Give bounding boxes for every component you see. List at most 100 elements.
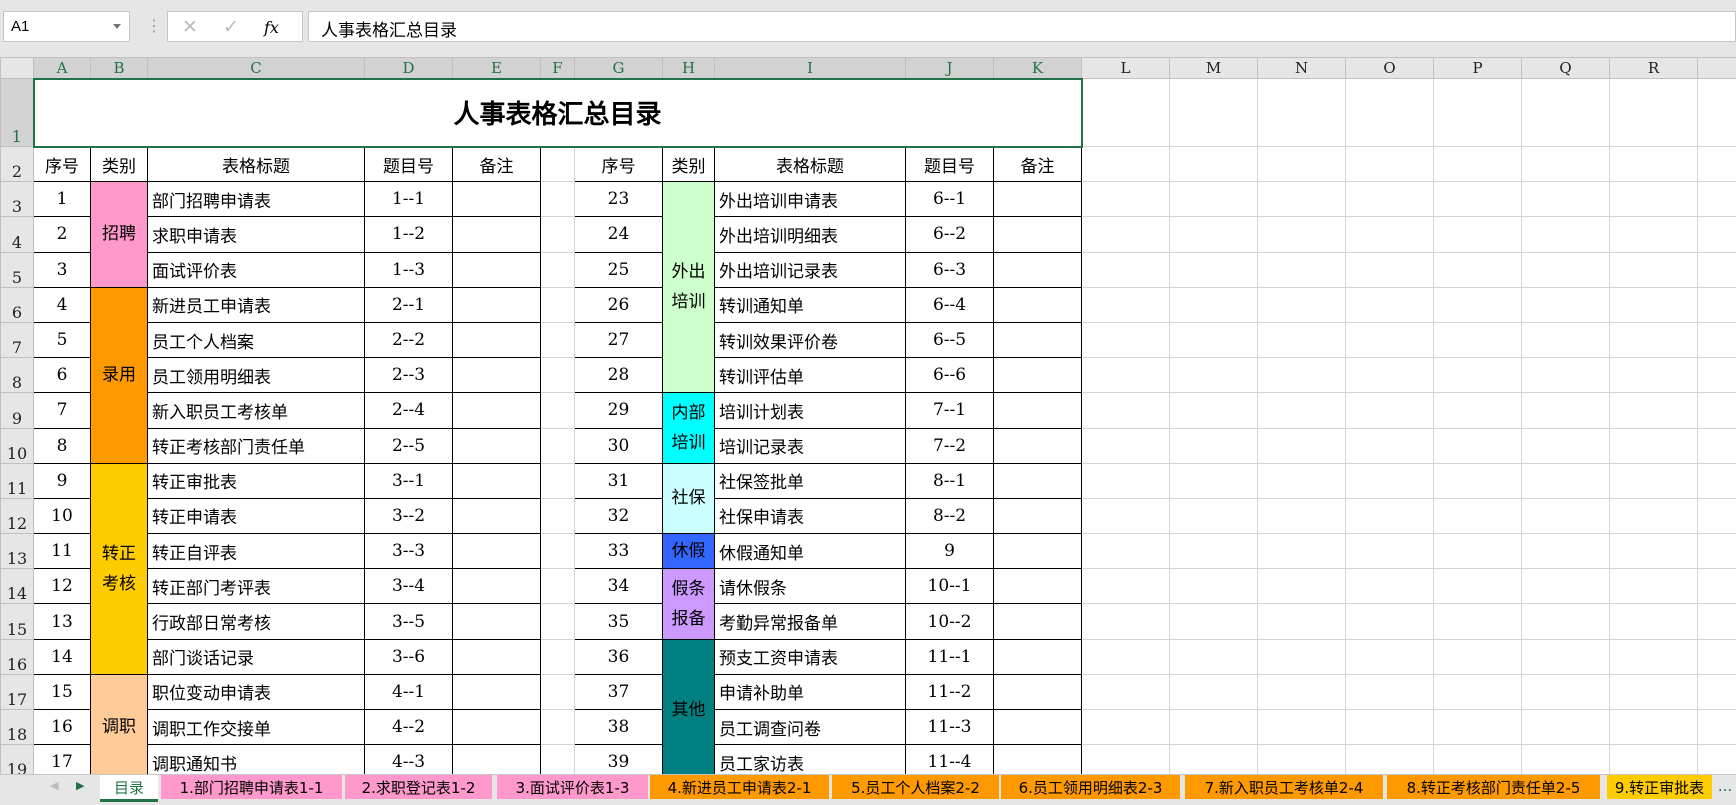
formula-input[interactable]: 人事表格汇总目录	[308, 11, 1736, 42]
cell-code[interactable]: 1--3	[364, 251, 453, 288]
cell[interactable]	[540, 638, 575, 675]
cell-no[interactable]: 10	[33, 497, 91, 535]
cell[interactable]	[1169, 357, 1258, 394]
cell-note[interactable]	[993, 568, 1082, 605]
cell[interactable]	[1521, 462, 1610, 499]
cell[interactable]	[1433, 181, 1522, 218]
cell-no[interactable]: 32	[574, 497, 663, 535]
cell-code[interactable]: 11--2	[905, 673, 994, 711]
cell-note[interactable]	[993, 216, 1082, 253]
cell[interactable]	[1697, 497, 1736, 535]
cell-note[interactable]	[993, 357, 1082, 394]
cell-form-title[interactable]: 外出培训申请表	[714, 181, 906, 218]
cell[interactable]	[1697, 181, 1736, 218]
cell[interactable]	[1433, 568, 1522, 605]
cell-no[interactable]: 3	[33, 251, 91, 288]
cell-form-title[interactable]: 转正部门考评表	[147, 568, 365, 605]
cell-form-title[interactable]: 申请补助单	[714, 673, 906, 711]
cell[interactable]	[1697, 286, 1736, 323]
cell[interactable]	[1257, 321, 1346, 359]
cell-note[interactable]	[452, 181, 541, 218]
row-header[interactable]: 14	[0, 568, 34, 605]
cell[interactable]	[1697, 357, 1736, 394]
category-cell[interactable]: 社保	[662, 462, 715, 535]
cell-code[interactable]: 3--5	[364, 603, 453, 640]
cell[interactable]	[1609, 357, 1698, 394]
cell-form-title[interactable]: 转正自评表	[147, 533, 365, 570]
cell[interactable]	[1345, 462, 1434, 499]
cell-no[interactable]: 11	[33, 533, 91, 570]
cell-code[interactable]: 4--2	[364, 708, 453, 746]
cell[interactable]	[1257, 251, 1346, 288]
cell[interactable]	[1521, 533, 1610, 570]
cell-no[interactable]: 28	[574, 357, 663, 394]
cell-no[interactable]: 7	[33, 392, 91, 429]
cell-note[interactable]	[452, 638, 541, 675]
cell-no[interactable]: 25	[574, 251, 663, 288]
category-cell[interactable]: 其他	[662, 638, 715, 781]
cell[interactable]	[1433, 603, 1522, 640]
row-header[interactable]: 18	[0, 708, 34, 746]
cell-form-title[interactable]: 员工个人档案	[147, 321, 365, 359]
cell[interactable]	[1081, 708, 1170, 746]
column-header[interactable]: R	[1609, 57, 1698, 79]
cell-form-title[interactable]: 转训评估单	[714, 357, 906, 394]
cell[interactable]	[1433, 427, 1522, 464]
cell-form-title[interactable]: 请休假条	[714, 568, 906, 605]
cell[interactable]	[1257, 568, 1346, 605]
column-header[interactable]: D	[364, 57, 453, 79]
cell-no[interactable]: 37	[574, 673, 663, 711]
cell[interactable]	[1081, 357, 1170, 394]
cell[interactable]	[1433, 321, 1522, 359]
cell-code[interactable]: 6--4	[905, 286, 994, 323]
cell[interactable]	[1521, 427, 1610, 464]
cell-form-title[interactable]: 外出培训明细表	[714, 216, 906, 253]
row-header[interactable]: 13	[0, 533, 34, 570]
sheet-tab[interactable]: 2.求职登记表1-2	[345, 775, 492, 799]
cell-code[interactable]: 10--2	[905, 603, 994, 640]
cell[interactable]	[1697, 533, 1736, 570]
cell[interactable]	[1169, 427, 1258, 464]
cell-code[interactable]: 3--3	[364, 533, 453, 570]
cell-no[interactable]: 1	[33, 181, 91, 218]
cell-code[interactable]: 6--5	[905, 321, 994, 359]
sheet-tab-active[interactable]: 目录	[100, 775, 158, 802]
cell-no[interactable]: 14	[33, 638, 91, 675]
sheet-tab[interactable]: 8.转正考核部门责任单2-5	[1387, 775, 1600, 799]
row-header[interactable]: 2	[0, 145, 34, 183]
cell-code[interactable]: 2--5	[364, 427, 453, 464]
cell[interactable]	[1257, 286, 1346, 323]
cell-no[interactable]: 2	[33, 216, 91, 253]
cell-no[interactable]: 34	[574, 568, 663, 605]
cell[interactable]	[1521, 673, 1610, 711]
column-header[interactable]: E	[452, 57, 541, 79]
cell-note[interactable]	[993, 603, 1082, 640]
cell-code[interactable]: 7--2	[905, 427, 994, 464]
cell[interactable]	[1609, 216, 1698, 253]
cell[interactable]	[1609, 462, 1698, 499]
cell[interactable]	[1169, 462, 1258, 499]
cell-code[interactable]: 2--2	[364, 321, 453, 359]
cell[interactable]	[540, 708, 575, 746]
cell-no[interactable]: 27	[574, 321, 663, 359]
cell-note[interactable]	[993, 497, 1082, 535]
cell[interactable]	[1433, 145, 1522, 183]
cell[interactable]	[540, 427, 575, 464]
cell[interactable]	[1257, 392, 1346, 429]
category-cell[interactable]: 外出 培训	[662, 181, 715, 394]
cell-form-title[interactable]: 社保签批单	[714, 462, 906, 499]
category-cell[interactable]: 招聘	[90, 181, 148, 288]
cell-code[interactable]: 11--1	[905, 638, 994, 675]
cell[interactable]	[1081, 673, 1170, 711]
drag-handle-icon[interactable]: ⋮	[146, 16, 162, 36]
column-header[interactable]: H	[662, 57, 715, 79]
cell[interactable]	[1345, 427, 1434, 464]
row-header[interactable]: 10	[0, 427, 34, 464]
column-header[interactable]: J	[905, 57, 994, 79]
cell[interactable]	[1433, 638, 1522, 675]
cell[interactable]	[1345, 708, 1434, 746]
cell[interactable]	[540, 181, 575, 218]
cell[interactable]	[1169, 286, 1258, 323]
cell[interactable]	[1081, 321, 1170, 359]
cell[interactable]	[1609, 427, 1698, 464]
